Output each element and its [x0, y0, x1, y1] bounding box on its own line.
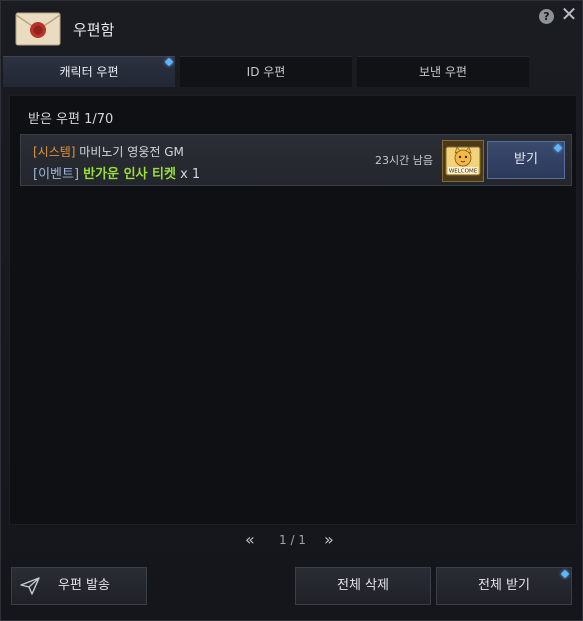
- tab-id-mail[interactable]: ID 우편: [180, 56, 352, 87]
- new-notice-icon: [553, 143, 563, 153]
- close-button[interactable]: ✕: [559, 4, 579, 24]
- delete-all-button[interactable]: 전체 삭제: [295, 567, 431, 605]
- tab-sent-mail[interactable]: 보낸 우편: [357, 56, 529, 87]
- receive-label: 받기: [514, 152, 538, 167]
- pagination: « 1 / 1 »: [1, 531, 583, 551]
- sender-name: 마비노기 영웅전 GM: [75, 145, 184, 159]
- subject-item-name: 반가운 인사 티켓: [83, 167, 176, 182]
- welcome-cat-ticket-icon: WELCOME: [442, 140, 484, 182]
- window-title: 우편함: [73, 21, 115, 39]
- subject-tag: [이벤트]: [33, 167, 80, 182]
- new-notice-icon: [164, 57, 174, 67]
- tab-label: ID 우편: [246, 65, 286, 79]
- tab-label: 캐릭터 우편: [59, 65, 119, 79]
- delete-all-label: 전체 삭제: [337, 578, 389, 593]
- send-mail-button[interactable]: 우편 발송: [11, 567, 147, 605]
- mail-tabs: 캐릭터 우편 ID 우편 보낸 우편: [3, 56, 529, 87]
- receive-all-button[interactable]: 전체 받기: [436, 567, 572, 605]
- mail-sender: [시스템] 마비노기 영웅전 GM: [33, 143, 184, 160]
- tab-character-mail[interactable]: 캐릭터 우편: [3, 56, 175, 87]
- mail-item[interactable]: [시스템] 마비노기 영웅전 GM [이벤트] 반가운 인사 티켓 x 1 23…: [20, 134, 572, 186]
- prev-page-button[interactable]: «: [245, 531, 255, 549]
- mailbox-window: 우편함 ? ✕ 캐릭터 우편 ID 우편 보낸 우편 받은 우편 1/70 [시…: [0, 0, 583, 621]
- sender-tag: [시스템]: [33, 145, 76, 159]
- receive-all-label: 전체 받기: [478, 578, 530, 593]
- tab-label: 보낸 우편: [419, 65, 467, 79]
- mail-list-panel: 받은 우편 1/70 [시스템] 마비노기 영웅전 GM [이벤트] 반가운 인…: [9, 95, 577, 525]
- receive-button[interactable]: 받기: [487, 141, 565, 179]
- mail-subject: [이벤트] 반가운 인사 티켓 x 1: [33, 163, 200, 182]
- paper-plane-icon: [20, 577, 40, 595]
- envelope-icon: [15, 12, 61, 46]
- page-indicator: 1 / 1: [279, 533, 306, 547]
- send-mail-label: 우편 발송: [58, 578, 110, 593]
- received-count: 받은 우편 1/70: [28, 112, 114, 127]
- subject-quantity: x 1: [175, 167, 201, 182]
- help-button[interactable]: ?: [539, 9, 554, 24]
- time-remaining: 23시간 남음: [375, 154, 433, 167]
- new-notice-icon: [560, 569, 570, 579]
- ticket-label: WELCOME: [449, 169, 478, 175]
- title-bar: 우편함 ? ✕: [1, 1, 582, 57]
- next-page-button[interactable]: »: [324, 531, 334, 549]
